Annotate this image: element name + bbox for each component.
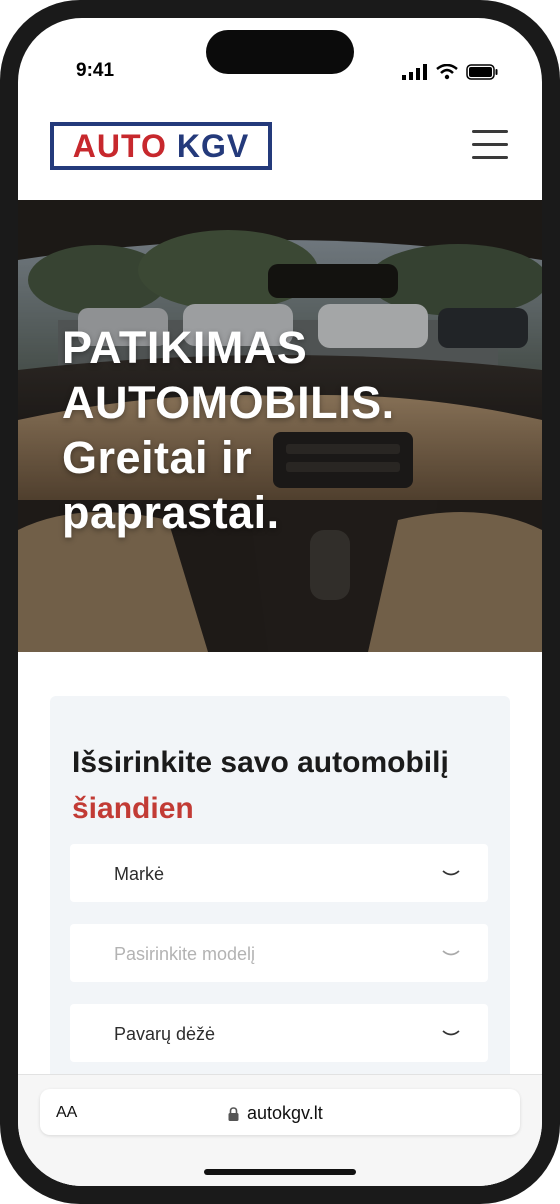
signal-icon [402, 64, 427, 80]
status-icons [402, 64, 498, 80]
chevron-down-icon [442, 1030, 460, 1036]
address-bar[interactable]: AA autokgv.lt [40, 1089, 520, 1135]
model-select-placeholder: Pasirinkite modelį [114, 944, 256, 964]
hero-title: PATIKIMAS AUTOMOBILIS. Greitai ir papras… [62, 320, 395, 540]
menu-icon[interactable] [472, 130, 508, 160]
hero-line-2: AUTOMOBILIS. [62, 377, 395, 428]
chevron-down-icon [442, 950, 460, 956]
model-select[interactable]: Pasirinkite modelį [70, 924, 488, 982]
reader-aa-button[interactable]: AA [56, 1104, 77, 1122]
battery-icon [466, 64, 498, 80]
dynamic-island [206, 30, 354, 74]
browser-toolbar: AA autokgv.lt [18, 1074, 542, 1186]
status-time: 9:41 [76, 60, 115, 81]
wifi-icon [436, 64, 458, 80]
hero-line-4: paprastai. [62, 487, 280, 538]
home-indicator[interactable] [204, 1169, 356, 1175]
screen: 9:41 AUTO KGV PATIKIMAS AUTOMOBILIS. Gre… [18, 18, 542, 1186]
logo-auto: AUTO [72, 127, 167, 164]
search-title: Išsirinkite savo automobilį šiandien [72, 740, 449, 832]
hero-banner: PATIKIMAS AUTOMOBILIS. Greitai ir papras… [18, 200, 542, 652]
url-display: autokgv.lt [228, 1103, 323, 1124]
phone-frame: 9:41 AUTO KGV PATIKIMAS AUTOMOBILIS. Gre… [0, 0, 560, 1204]
url-text: autokgv.lt [247, 1103, 323, 1123]
search-title-highlight: šiandien [72, 792, 194, 825]
make-select[interactable]: Markė [70, 844, 488, 902]
site-header: AUTO KGV [18, 100, 542, 200]
lock-icon [228, 1106, 239, 1121]
make-select-label: Markė [114, 864, 165, 884]
hero-line-1: PATIKIMAS [62, 322, 308, 373]
gearbox-select[interactable]: Pavarų dėžė [70, 1004, 488, 1062]
logo[interactable]: AUTO KGV [50, 122, 272, 170]
search-title-main: Išsirinkite savo automobilį [72, 746, 449, 779]
chevron-down-icon [442, 870, 460, 876]
gearbox-select-label: Pavarų dėžė [114, 1024, 216, 1044]
logo-kgv: KGV [176, 127, 250, 164]
hero-line-3: Greitai ir [62, 432, 253, 483]
